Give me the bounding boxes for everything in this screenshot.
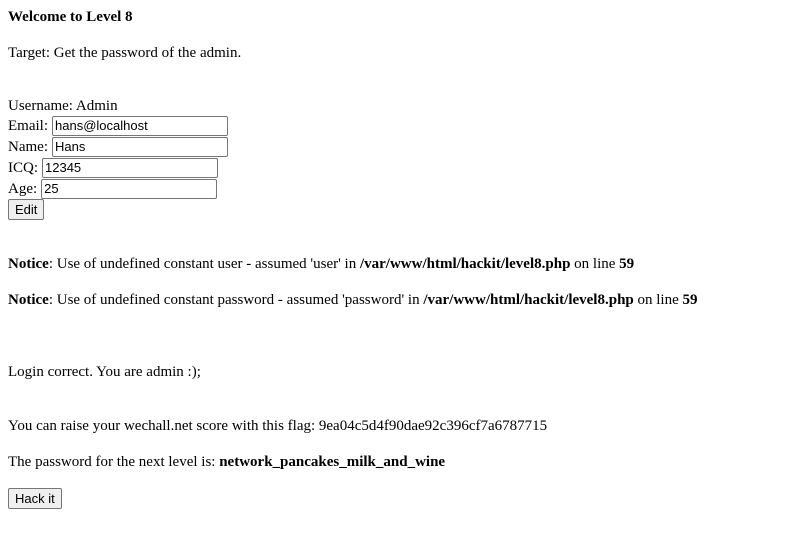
name-row: Name: [8, 136, 228, 157]
email-label: Email: [8, 117, 48, 134]
flag-text: You can raise your wechall.net score wit… [8, 418, 548, 434]
hack-it-button[interactable]: Hack it [8, 488, 62, 509]
notice-line-number: 59 [682, 292, 698, 308]
age-row: Age: [8, 178, 218, 199]
edit-row: Edit [8, 199, 45, 220]
notice-message: : Use of undefined constant user - assum… [48, 256, 360, 272]
notice-path: /var/www/html/hackit/level8.php [359, 256, 571, 272]
notice-line-text: on line [570, 256, 620, 272]
login-message: Login correct. You are admin :); [8, 364, 201, 380]
password-line: The password for the next level is: netw… [8, 453, 445, 471]
notice-line-2: Notice: Use of undefined constant passwo… [8, 291, 698, 309]
edit-button[interactable]: Edit [8, 199, 45, 220]
email-field[interactable] [52, 115, 228, 136]
page-heading: Welcome to Level 8 [8, 9, 133, 25]
icq-row: ICQ: [8, 157, 218, 178]
age-label: Age: [8, 180, 38, 197]
notice-label: Notice [8, 256, 49, 272]
name-field[interactable] [51, 136, 228, 157]
notice-path: /var/www/html/hackit/level8.php [423, 292, 634, 308]
password-prefix: The password for the next level is: [8, 454, 220, 470]
target-text: Target: Get the password of the admin. [8, 45, 242, 61]
password-value: network_pancakes_milk_and_wine [219, 454, 446, 470]
notice-line-text: on line [633, 292, 683, 308]
icq-field[interactable] [42, 157, 218, 178]
icq-label: ICQ: [8, 159, 38, 176]
username-label: Username: [8, 98, 73, 114]
name-label: Name: [8, 138, 48, 155]
notice-message: : Use of undefined constant password - a… [48, 292, 424, 308]
notice-label: Notice [8, 292, 49, 308]
notice-line-number: 59 [619, 256, 635, 272]
age-field[interactable] [41, 178, 218, 199]
notice-line-1: Notice: Use of undefined constant user -… [8, 255, 634, 273]
username-line: Username: Admin [8, 97, 118, 115]
hack-row: Hack it [8, 488, 62, 509]
username-value: Admin [75, 98, 118, 114]
email-row: Email: [8, 115, 228, 136]
